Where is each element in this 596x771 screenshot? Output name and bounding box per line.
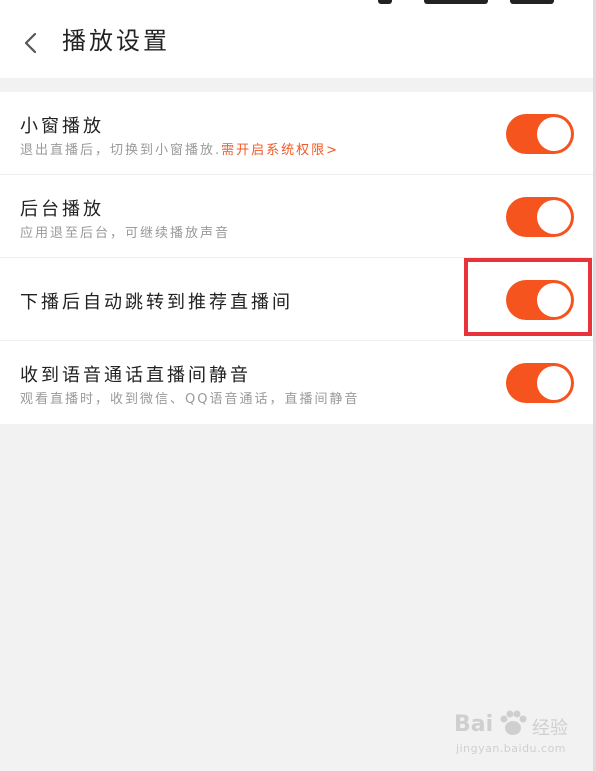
chevron-left-icon: [24, 32, 37, 54]
toggle-knob: [537, 200, 571, 234]
setting-row-mini-window: 小窗播放 退出直播后，切换到小窗播放.需开启系统权限>: [0, 92, 596, 175]
watermark-brand: Bai: [454, 712, 494, 737]
setting-subtitle-text: 退出直播后，切换到小窗播放.: [20, 143, 222, 158]
setting-subtitle: 应用退至后台，可继续播放声音: [20, 226, 231, 241]
setting-row-background-play: 后台播放 应用退至后台，可继续播放声音: [0, 175, 596, 258]
mini-window-toggle[interactable]: [506, 114, 574, 154]
back-button[interactable]: [14, 26, 48, 60]
permission-link[interactable]: 需开启系统权限>: [221, 143, 339, 158]
setting-title: 收到语音通话直播间静音: [20, 365, 251, 386]
status-bar-fragment: [378, 0, 558, 6]
watermark-suffix: 经验: [532, 718, 568, 739]
background-play-toggle[interactable]: [506, 197, 574, 237]
baidu-jingyan-watermark: Bai 经验 jingyan.baidu.com: [454, 710, 584, 762]
paw-icon: [500, 710, 527, 735]
highlight-annotation-box: [464, 258, 592, 336]
setting-title: 小窗播放: [20, 116, 104, 137]
page-title: 播放设置: [62, 27, 170, 55]
toggle-knob: [537, 366, 571, 400]
setting-row-mute-on-call: 收到语音通话直播间静音 观看直播时，收到微信、QQ语音通话，直播间静音: [0, 341, 596, 424]
setting-title: 后台播放: [20, 199, 104, 220]
toggle-knob: [537, 117, 571, 151]
setting-subtitle: 退出直播后，切换到小窗播放.需开启系统权限>: [20, 139, 339, 158]
top-bar: 播放设置: [0, 0, 596, 78]
watermark-url: jingyan.baidu.com: [456, 742, 567, 755]
mute-on-call-toggle[interactable]: [506, 363, 574, 403]
setting-subtitle: 观看直播时，收到微信、QQ语音通话，直播间静音: [20, 392, 360, 407]
setting-title: 下播后自动跳转到推荐直播间: [20, 292, 293, 313]
